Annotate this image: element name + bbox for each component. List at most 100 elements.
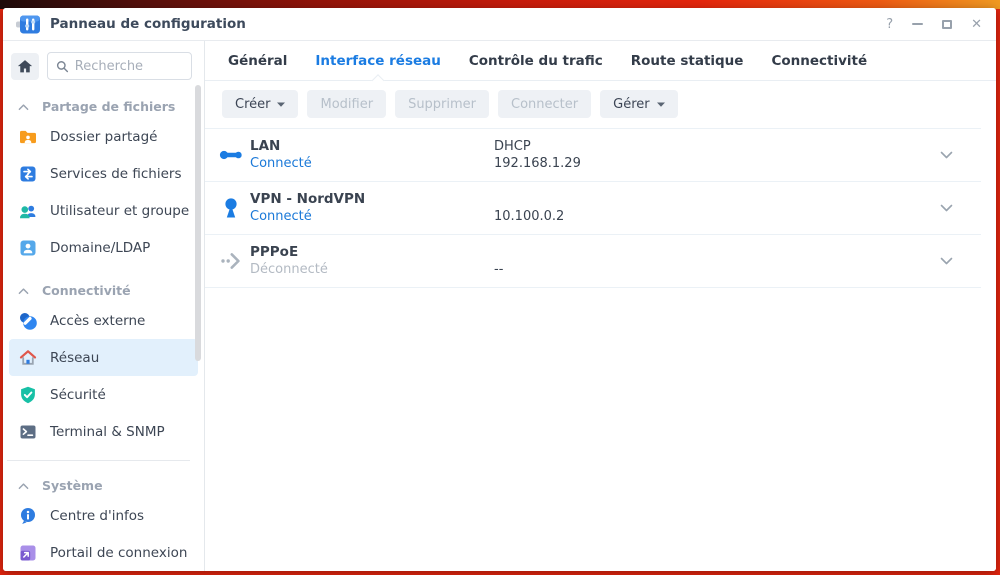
modifier-button: Modifier <box>307 90 386 118</box>
dropdown-caret-icon <box>277 102 285 107</box>
interface-detail-line2: -- <box>494 261 940 278</box>
sidebar-section-header[interactable]: Connectivité <box>3 279 204 302</box>
toolbar-button-label: Créer <box>235 97 270 112</box>
chevron-down-icon[interactable] <box>940 204 953 212</box>
lan-icon <box>219 145 243 165</box>
sidebar-item-acc-s-externe[interactable]: Accès externe <box>9 302 198 339</box>
interface-row-lan[interactable]: LAN Connecté DHCP 192.168.1.29 <box>205 129 981 182</box>
search-box <box>47 52 192 80</box>
tab-interface-r-seau[interactable]: Interface réseau <box>315 41 440 80</box>
main-content: Général Interface réseau Contrôle du tra… <box>205 41 996 571</box>
toolbar: Créer Modifier Supprimer Connecter Gérer <box>205 81 996 128</box>
sidebar-item-label: Portail de connexion <box>50 545 187 561</box>
sidebar-section-label: Système <box>42 478 103 493</box>
tab-label: Général <box>228 53 287 69</box>
search-input[interactable] <box>75 59 183 74</box>
tab-bar: Général Interface réseau Contrôle du tra… <box>205 41 996 81</box>
minimize-button[interactable] <box>912 23 923 25</box>
interface-name: PPPoE <box>250 244 494 261</box>
vpn-keyhole-icon <box>221 197 241 219</box>
user-group-icon <box>18 201 38 221</box>
sidebar-section-header[interactable]: Partage de fichiers <box>3 95 204 118</box>
interface-row-vpn-nordvpn[interactable]: VPN - NordVPN Connecté 10.100.0.2 <box>205 182 981 235</box>
interface-detail: -- <box>494 244 940 278</box>
toolbar-button-label: Modifier <box>320 97 373 112</box>
interface-row-pppoe[interactable]: PPPoE Déconnecté -- <box>205 235 981 288</box>
sidebar-item-dossier-partag-[interactable]: Dossier partagé <box>9 118 198 155</box>
sidebar-scrollbar[interactable] <box>195 85 201 361</box>
login-portal-icon <box>18 543 38 563</box>
tab-route-statique[interactable]: Route statique <box>631 41 744 80</box>
chevron-up-icon <box>18 103 29 111</box>
toolbar-button-label: Supprimer <box>408 97 476 112</box>
supprimer-button: Supprimer <box>395 90 489 118</box>
chevron-down-icon[interactable] <box>940 257 953 265</box>
sidebar-item-domaine-ldap[interactable]: Domaine/LDAP <box>9 229 198 266</box>
interface-status: Déconnecté <box>250 261 494 278</box>
close-button[interactable]: ✕ <box>971 18 982 31</box>
tab-label: Contrôle du trafic <box>469 53 603 69</box>
chevron-down-icon[interactable] <box>940 151 953 159</box>
sidebar-item-label: Centre d'infos <box>50 508 144 524</box>
sidebar-item-centre-d-infos[interactable]: Centre d'infos <box>9 497 198 534</box>
toolbar-button-label: Gérer <box>613 97 649 112</box>
info-center-icon <box>18 506 38 526</box>
dropdown-caret-icon <box>657 102 665 107</box>
sidebar-item-r-seau[interactable]: Réseau <box>9 339 198 376</box>
network-icon <box>18 348 38 368</box>
titlebar: Panneau de configuration ? ✕ <box>3 8 996 41</box>
sidebar-item-utilisateur-et-groupe[interactable]: Utilisateur et groupe <box>9 192 198 229</box>
sidebar-item-label: Utilisateur et groupe <box>50 203 189 219</box>
sidebar-section-label: Partage de fichiers <box>42 99 175 114</box>
interface-name: VPN - NordVPN <box>250 191 494 208</box>
sidebar-item-portail-de-connexion[interactable]: Portail de connexion <box>9 534 198 571</box>
chevron-up-icon <box>18 287 29 295</box>
g-rer-button[interactable]: Gérer <box>600 90 677 118</box>
tab-contr-le-du-trafic[interactable]: Contrôle du trafic <box>469 41 603 80</box>
sidebar-section-header[interactable]: Système <box>3 474 204 497</box>
sidebar-item-label: Services de fichiers <box>50 166 182 182</box>
sidebar-item-terminal-snmp[interactable]: Terminal & SNMP <box>9 413 198 450</box>
maximize-button[interactable] <box>942 20 952 29</box>
file-services-icon <box>18 164 38 184</box>
sidebar-item-label: Domaine/LDAP <box>50 240 150 256</box>
external-access-icon <box>18 311 38 331</box>
cr-er-button[interactable]: Créer <box>222 90 298 118</box>
interface-status: Connecté <box>250 155 494 172</box>
interface-detail-line2: 10.100.0.2 <box>494 208 940 225</box>
sidebar: Partage de fichiers Dossier partagé Serv… <box>3 41 205 571</box>
interface-detail: DHCP 192.168.1.29 <box>494 138 940 172</box>
sidebar-item-label: Réseau <box>50 350 99 366</box>
interface-name: LAN <box>250 138 494 155</box>
sidebar-section: Partage de fichiers Dossier partagé Serv… <box>3 95 204 266</box>
tab-label: Interface réseau <box>315 53 440 69</box>
pppoe-icon <box>220 251 242 271</box>
help-button[interactable]: ? <box>886 18 893 31</box>
sidebar-item-s-curit-[interactable]: Sécurité <box>9 376 198 413</box>
security-icon <box>18 385 38 405</box>
terminal-snmp-icon <box>18 422 38 442</box>
home-button[interactable] <box>11 53 39 80</box>
control-panel-window: Panneau de configuration ? ✕ <box>3 8 996 571</box>
sidebar-item-label: Terminal & SNMP <box>50 424 165 440</box>
interface-detail: 10.100.0.2 <box>494 191 940 225</box>
interface-status: Connecté <box>250 208 494 225</box>
control-panel-app-icon <box>15 15 41 34</box>
home-icon <box>17 59 33 74</box>
sidebar-item-label: Accès externe <box>50 313 145 329</box>
sidebar-section-label: Connectivité <box>42 283 131 298</box>
sidebar-item-label: Dossier partagé <box>50 129 157 145</box>
tab-g-n-ral[interactable]: Général <box>228 41 287 80</box>
sidebar-item-services-de-fichiers[interactable]: Services de fichiers <box>9 155 198 192</box>
sidebar-divider <box>7 460 190 461</box>
interface-detail-line1 <box>494 191 940 208</box>
interface-list: LAN Connecté DHCP 192.168.1.29 VPN - Nor… <box>205 128 981 288</box>
tab-label: Route statique <box>631 53 744 69</box>
search-icon <box>56 59 69 74</box>
interface-detail-line1: DHCP <box>494 138 940 155</box>
window-title: Panneau de configuration <box>50 16 246 32</box>
domain-ldap-icon <box>18 238 38 258</box>
shared-folder-icon <box>18 127 38 147</box>
sidebar-section: Connectivité Accès externe Réseau Sécuri… <box>3 279 204 450</box>
tab-connectivit-[interactable]: Connectivité <box>771 41 867 80</box>
